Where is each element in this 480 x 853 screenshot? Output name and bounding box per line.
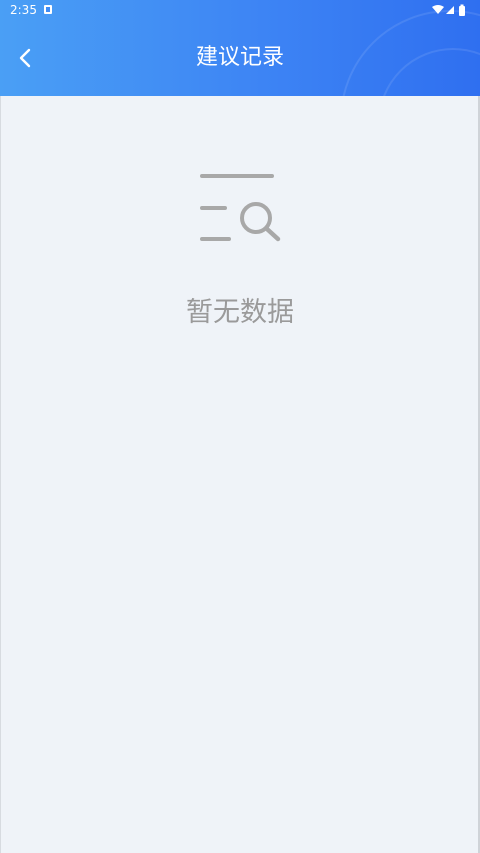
status-time: 2:35 [10,3,37,17]
status-bar: 2:35 [0,0,480,22]
battery-icon [459,4,465,16]
notification-icon [44,5,52,14]
empty-message: 暂无数据 [186,297,294,328]
signal-icon [446,6,454,14]
search-list-icon [195,168,287,252]
status-icons [432,4,468,18]
divider [0,96,1,853]
wifi-icon [432,5,444,14]
app-header: 2:35 建议记录 [0,0,480,96]
page-title: 建议记录 [195,45,284,70]
